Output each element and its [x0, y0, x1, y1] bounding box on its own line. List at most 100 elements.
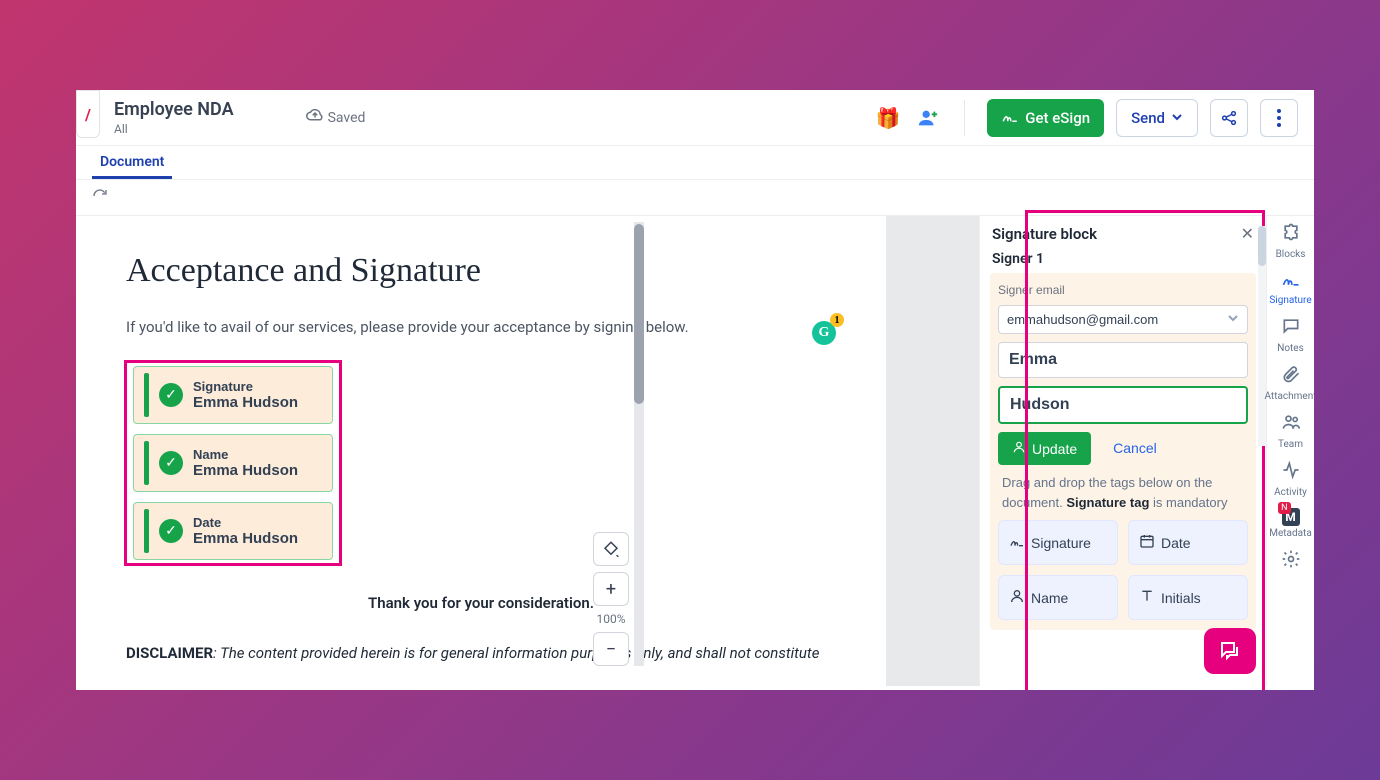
rail-settings[interactable] — [1267, 549, 1315, 574]
rail-metadata[interactable]: N M Metadata — [1267, 508, 1315, 539]
doc-title-block: Employee NDA All — [114, 99, 234, 136]
rail-label: Signature — [1269, 295, 1311, 306]
tag-label: Date — [1161, 535, 1191, 551]
accent-bar — [144, 373, 149, 417]
canvas-scrollbar[interactable] — [634, 222, 644, 666]
scrollbar-thumb[interactable] — [634, 224, 644, 404]
workspace: Acceptance and Signature If you'd like t… — [76, 216, 1314, 686]
tab-document[interactable]: Document — [92, 146, 172, 179]
rail-team[interactable]: Team — [1267, 412, 1315, 450]
rail-attachment[interactable]: Attachment — [1267, 364, 1315, 402]
rail-activity[interactable]: Activity — [1267, 460, 1315, 498]
chat-fab[interactable] — [1204, 628, 1256, 674]
send-label: Send — [1131, 109, 1165, 127]
zoom-controls: + 100% − — [589, 532, 633, 666]
field-value: Emma Hudson — [193, 530, 298, 547]
text-icon — [1139, 588, 1155, 607]
doc-heading: Acceptance and Signature — [126, 252, 836, 290]
zoom-in-button[interactable]: + — [593, 572, 629, 606]
divider — [964, 100, 965, 136]
activity-icon — [1281, 460, 1301, 485]
cloud-saved-icon — [306, 109, 324, 127]
tag-name[interactable]: Name — [998, 575, 1118, 620]
chevron-down-icon — [1227, 312, 1239, 327]
document-page: Acceptance and Signature If you'd like t… — [76, 216, 886, 686]
panel-scrollbar[interactable] — [1258, 226, 1266, 446]
gear-icon — [1281, 549, 1301, 574]
gift-icon[interactable]: 🎁 — [874, 104, 902, 132]
side-rail: Blocks Signature Notes Attachment Team A… — [1266, 216, 1314, 686]
paperclip-icon — [1281, 364, 1301, 389]
add-user-icon[interactable] — [914, 104, 942, 132]
tag-label: Signature — [1031, 535, 1091, 551]
topbar: Employee NDA All Saved 🎁 Get eSign Send — [76, 90, 1314, 146]
toolbar — [76, 180, 1314, 216]
app-window: / Employee NDA All Saved 🎁 Get eSign Sen… — [76, 90, 1314, 690]
saved-indicator: Saved — [306, 109, 366, 127]
signature-icon — [1001, 108, 1019, 128]
doc-disclaimer: DISCLAIMER: The content provided herein … — [126, 644, 836, 662]
signature-field-card[interactable]: ✓ Signature Emma Hudson — [133, 366, 333, 424]
cancel-button[interactable]: Cancel — [1101, 432, 1169, 465]
more-menu-button[interactable] — [1260, 99, 1298, 137]
rail-label: Activity — [1274, 487, 1307, 498]
rail-notes[interactable]: Notes — [1267, 316, 1315, 354]
fill-color-button[interactable] — [593, 532, 629, 566]
rail-label: Notes — [1277, 343, 1304, 354]
canvas-background: Acceptance and Signature If you'd like t… — [76, 216, 979, 686]
rail-blocks[interactable]: Blocks — [1267, 222, 1315, 260]
signer-email-select[interactable]: emmahudson@gmail.com — [998, 305, 1248, 334]
zoom-level: 100% — [596, 612, 625, 626]
first-name-input[interactable] — [998, 342, 1248, 378]
hint-bold: Signature tag — [1066, 495, 1149, 510]
saved-label: Saved — [328, 110, 366, 126]
doc-title: Employee NDA — [114, 99, 234, 120]
tag-initials[interactable]: Initials — [1128, 575, 1248, 620]
doc-thanks: Thank you for your consideration. — [126, 594, 836, 612]
panel-body: Signer email emmahudson@gmail.com Update… — [990, 273, 1256, 630]
accent-bar — [144, 441, 149, 485]
chat-icon — [1281, 316, 1301, 341]
name-field-card[interactable]: ✓ Name Emma Hudson — [133, 434, 333, 492]
refresh-icon[interactable] — [92, 188, 108, 208]
share-button[interactable] — [1210, 99, 1248, 137]
scrollbar-thumb[interactable] — [1258, 226, 1266, 266]
field-label: Signature — [193, 379, 298, 394]
tag-hint: Drag and drop the tags below on the docu… — [998, 473, 1248, 512]
update-label: Update — [1032, 441, 1077, 457]
update-button[interactable]: Update — [998, 432, 1091, 465]
send-button[interactable]: Send — [1116, 99, 1198, 137]
rail-label: Attachment — [1264, 391, 1314, 402]
person-icon — [1012, 440, 1026, 457]
panel-title: Signature block — [992, 225, 1097, 243]
hint-post: is mandatory — [1149, 495, 1227, 510]
accent-bar — [144, 509, 149, 553]
field-label: Date — [193, 515, 298, 530]
last-name-input[interactable] — [998, 386, 1248, 424]
signature-fields-highlight: ✓ Signature Emma Hudson ✓ Name Emma Huds… — [124, 360, 342, 566]
tag-label: Initials — [1161, 590, 1201, 606]
tag-date[interactable]: Date — [1128, 520, 1248, 565]
doc-subtitle: All — [114, 122, 234, 136]
grammarly-icon[interactable]: G — [812, 321, 836, 345]
rail-label: Team — [1278, 439, 1303, 450]
email-label: Signer email — [998, 283, 1248, 297]
email-value: emmahudson@gmail.com — [1007, 312, 1158, 327]
calendar-icon — [1139, 533, 1155, 552]
person-icon — [1009, 588, 1025, 607]
field-value: Emma Hudson — [193, 394, 298, 411]
tag-label: Name — [1031, 590, 1068, 606]
chevron-down-icon — [1171, 109, 1183, 127]
team-icon — [1281, 412, 1301, 437]
date-field-card[interactable]: ✓ Date Emma Hudson — [133, 502, 333, 560]
signature-icon — [1009, 534, 1025, 551]
zoom-out-button[interactable]: − — [593, 632, 629, 666]
close-icon[interactable]: ✕ — [1241, 224, 1254, 243]
get-esign-button[interactable]: Get eSign — [987, 99, 1104, 137]
check-icon: ✓ — [159, 383, 183, 407]
rail-signature[interactable]: Signature — [1267, 270, 1315, 306]
tag-signature[interactable]: Signature — [998, 520, 1118, 565]
disclaimer-text: : The content provided herein is for gen… — [213, 644, 819, 662]
check-icon: ✓ — [159, 451, 183, 475]
tabs: Document — [76, 146, 1314, 180]
